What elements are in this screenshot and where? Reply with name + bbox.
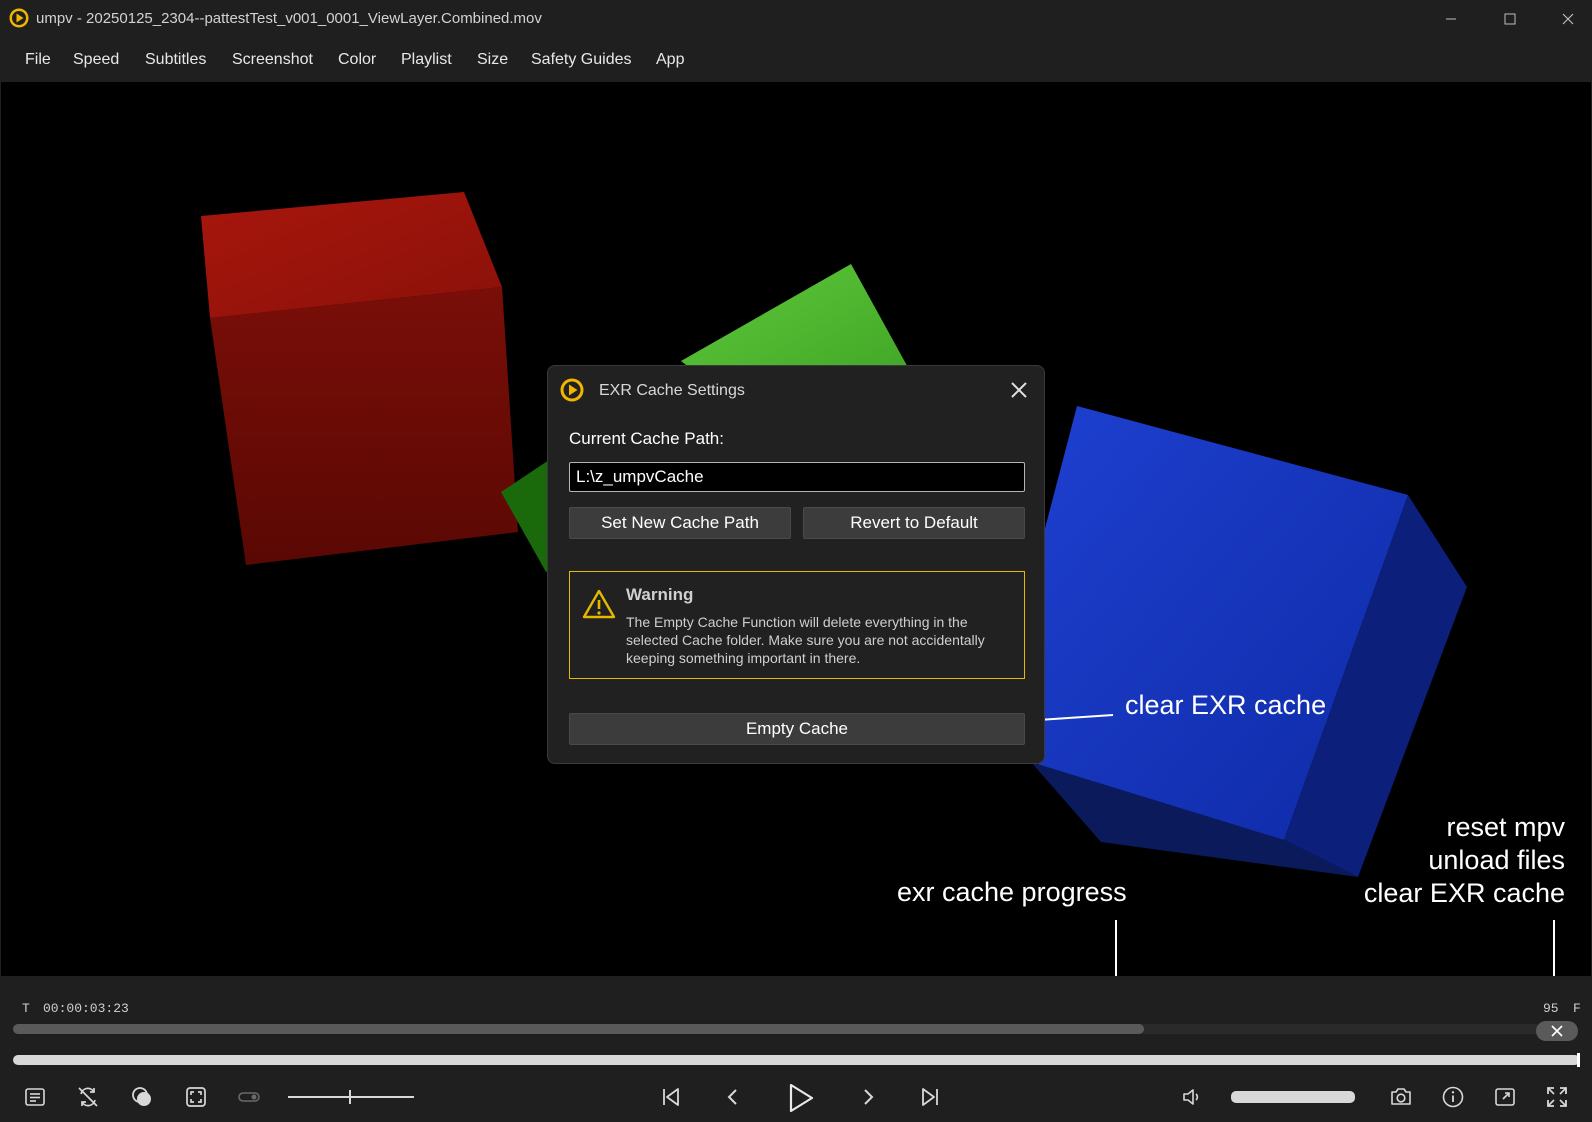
minimize-button[interactable] <box>1431 5 1471 33</box>
color-overlay-icon <box>132 1087 151 1106</box>
resize-button[interactable] <box>1491 1083 1519 1111</box>
play-button[interactable] <box>783 1081 817 1115</box>
reset-mpv-button[interactable] <box>1536 1021 1578 1041</box>
screenshot-icon <box>1391 1088 1411 1105</box>
playback-controls: T 00:00:03:23 95 F <box>1 976 1591 1122</box>
time-prefix: T <box>22 1001 30 1016</box>
menu-app[interactable]: App <box>656 51 684 69</box>
safety-guides-button[interactable] <box>182 1083 210 1111</box>
annotation-reset-line: clear EXR cache <box>1363 878 1565 908</box>
volume-slider[interactable] <box>1231 1091 1355 1103</box>
frame-number: 95 <box>1543 1001 1559 1016</box>
next-frame-icon <box>864 1089 874 1105</box>
speed-slider-handle[interactable] <box>349 1090 351 1104</box>
prev-frame-button[interactable] <box>719 1083 747 1111</box>
fullscreen-icon <box>1547 1087 1567 1107</box>
loop-button[interactable] <box>74 1083 102 1111</box>
playlist-button[interactable] <box>21 1083 49 1111</box>
revert-to-default-button[interactable]: Revert to Default <box>803 507 1025 539</box>
blue-cube <box>1031 406 1467 877</box>
cache-path-label: Current Cache Path: <box>569 429 724 448</box>
annotation-clear-exr: clear EXR cache <box>1125 690 1327 720</box>
info-icon <box>1442 1086 1464 1108</box>
annotation-reset-line: unload files <box>1428 845 1565 875</box>
menu-color[interactable]: Color <box>338 51 376 69</box>
minimize-icon <box>1446 18 1456 20</box>
volume-button[interactable] <box>1179 1083 1207 1111</box>
skip-end-icon <box>922 1088 938 1106</box>
exr-cache-progress-fill <box>13 1024 1144 1034</box>
menu-file[interactable]: File <box>25 51 51 69</box>
skip-start-icon <box>663 1088 679 1106</box>
playlist-icon <box>25 1088 45 1106</box>
exr-cache-settings-dialog: EXR Cache Settings Current Cache Path: S… <box>547 365 1045 764</box>
warning-icon <box>582 589 616 619</box>
exr-cache-progress-track <box>13 1024 1541 1034</box>
play-icon <box>789 1083 814 1113</box>
toggle-button[interactable] <box>235 1083 263 1111</box>
close-window-button[interactable] <box>1548 5 1588 33</box>
speed-slider[interactable] <box>288 1090 414 1104</box>
close-icon <box>1562 13 1574 25</box>
color-button[interactable] <box>128 1083 156 1111</box>
volume-fill <box>1231 1091 1355 1103</box>
close-icon <box>1551 1025 1563 1037</box>
empty-cache-button[interactable]: Empty Cache <box>569 713 1025 745</box>
skip-end-button[interactable] <box>916 1083 944 1111</box>
resize-icon <box>1495 1088 1515 1106</box>
timecode: 00:00:03:23 <box>43 1001 129 1016</box>
annotation-progress: exr cache progress <box>897 877 1127 907</box>
fullscreen-button[interactable] <box>1543 1083 1571 1111</box>
menu-subtitles[interactable]: Subtitles <box>145 51 206 69</box>
maximize-icon <box>1504 13 1516 25</box>
warning-box: Warning The Empty Cache Function will de… <box>569 571 1025 679</box>
cache-path-input[interactable] <box>569 462 1025 492</box>
safety-guides-icon <box>186 1087 206 1107</box>
volume-icon <box>1183 1089 1199 1105</box>
umpv-logo-icon <box>560 378 584 402</box>
menu-bar: File Speed Subtitles Screenshot Color Pl… <box>0 40 1592 80</box>
dialog-title: EXR Cache Settings <box>599 382 745 399</box>
info-button[interactable] <box>1439 1083 1467 1111</box>
maximize-button[interactable] <box>1490 5 1530 33</box>
prev-frame-icon <box>727 1089 737 1105</box>
loop-off-icon <box>78 1087 98 1107</box>
title-bar: umpv - 20250125_2304--pattestTest_v001_0… <box>0 0 1592 38</box>
menu-safety-guides[interactable]: Safety Guides <box>531 51 632 69</box>
red-cube <box>201 192 518 565</box>
toggle-icon <box>238 1092 260 1102</box>
playhead[interactable] <box>1577 1053 1580 1067</box>
screenshot-button[interactable] <box>1387 1083 1415 1111</box>
warning-title: Warning <box>626 585 694 604</box>
annotation-reset: reset mpv unload files clear EXR cache <box>1364 811 1565 910</box>
seek-bar[interactable] <box>13 1053 1580 1067</box>
close-icon[interactable] <box>1007 378 1031 402</box>
warning-text: The Empty Cache Function will delete eve… <box>626 614 985 666</box>
mpv-window: umpv - 20250125_2304--pattestTest_v001_0… <box>0 0 1592 1122</box>
menu-playlist[interactable]: Playlist <box>401 51 452 69</box>
menu-size[interactable]: Size <box>477 51 508 69</box>
menu-speed[interactable]: Speed <box>73 51 119 69</box>
window-title: umpv - 20250125_2304--pattestTest_v001_0… <box>36 10 542 27</box>
menu-screenshot[interactable]: Screenshot <box>232 51 313 69</box>
annotation-reset-line: reset mpv <box>1446 812 1565 842</box>
set-new-cache-path-button[interactable]: Set New Cache Path <box>569 507 791 539</box>
skip-start-button[interactable] <box>657 1083 685 1111</box>
next-frame-button[interactable] <box>854 1083 882 1111</box>
umpv-logo-icon <box>9 8 29 28</box>
frame-suffix: F <box>1573 1001 1581 1016</box>
